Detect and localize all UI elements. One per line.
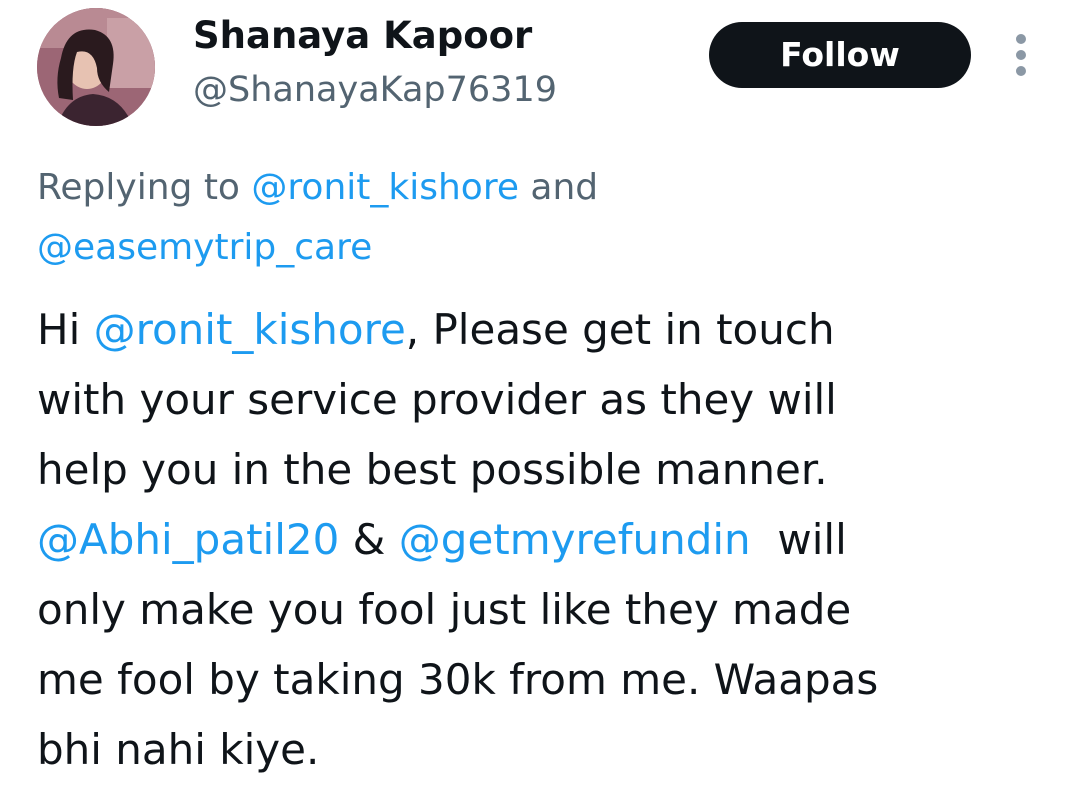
tweet-line: bhi nahi kiye. [37,725,320,774]
tweet-text-segment: Hi [37,305,94,354]
more-options-button[interactable] [1004,30,1038,80]
tweet-line: @Abhi_patil20 & @getmyrefundin will [37,505,1057,575]
mention-link[interactable]: @ronit_kishore [94,305,406,354]
tweet-line: Hi @ronit_kishore, Please get in touch [37,295,1057,365]
author-handle[interactable]: @ShanayaKap76319 [193,66,557,114]
profile-photo [37,8,155,126]
avatar[interactable] [37,8,155,126]
replying-to-joiner: and [518,167,599,208]
replying-to: Replying to @ronit_kishore and @easemytr… [37,158,1047,278]
follow-button[interactable]: Follow [709,22,971,88]
mention-link[interactable]: @getmyrefundin [399,515,751,564]
tweet-line: only make you fool just like they made [37,585,852,634]
tweet-line: with your service provider as they will [37,375,837,424]
tweet-text-segment: , Please get in touch [405,305,835,354]
mention-link[interactable]: @ronit_kishore [251,167,519,208]
tweet-text-segment: & [339,515,399,564]
mention-link[interactable]: @easemytrip_care [37,227,372,268]
author-display-name[interactable]: Shanaya Kapoor [193,12,532,60]
replying-to-label: Replying to [37,167,252,208]
tweet-line: me fool by taking 30k from me. Waapas [37,655,879,704]
tweet-text: Hi @ronit_kishore, Please get in touch w… [37,295,1057,785]
mention-link[interactable]: @Abhi_patil20 [37,515,339,564]
tweet-text-segment: will [750,515,847,564]
tweet-line: help you in the best possible manner. [37,445,828,494]
